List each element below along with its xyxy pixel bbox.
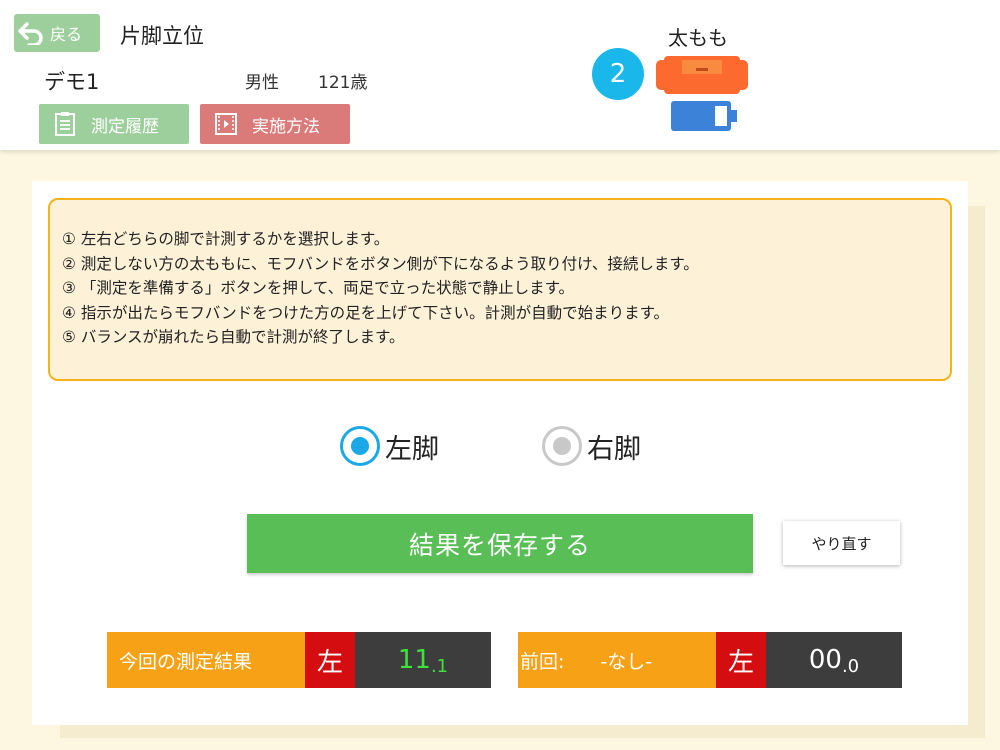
video-icon xyxy=(200,113,252,135)
current-result-panel: 今回の測定結果 左 11.1 xyxy=(107,632,491,688)
sensor-position-label: 太もも xyxy=(668,26,728,50)
previous-result-label-cell: 前回: -なし- xyxy=(518,632,716,688)
method-button[interactable]: 実施方法 xyxy=(200,104,350,144)
radio-unselected-icon xyxy=(542,426,582,466)
instructions-box: ① 左右どちらの脚で計測するかを選択します。 ② 測定しない方の太ももに、モフバ… xyxy=(48,198,952,381)
left-leg-radio[interactable]: 左脚 xyxy=(340,426,439,466)
instruction-line: ② 測定しない方の太ももに、モフバンドをボタン側が下になるよう取り付け、接続しま… xyxy=(62,254,699,273)
previous-result-value: 00.0 xyxy=(766,632,902,688)
method-label: 実施方法 xyxy=(252,116,320,137)
sensor-number-badge: 2 xyxy=(592,48,644,100)
instruction-line: ④ 指示が出たらモフバンドをつけた方の足を上げて下さい。計測が自動で始まります。 xyxy=(62,303,670,322)
page-title: 片脚立位 xyxy=(120,24,204,48)
right-leg-radio[interactable]: 右脚 xyxy=(542,426,641,466)
back-button[interactable]: 戻る xyxy=(14,14,100,52)
user-age: 121歳 xyxy=(318,73,368,93)
clipboard-icon xyxy=(39,111,91,137)
user-name: デモ1 xyxy=(44,70,100,94)
current-value-decimal: .1 xyxy=(430,656,449,677)
previous-result-label: 前回: xyxy=(520,650,565,673)
instruction-line: ③ 「測定を準備する」ボタンを押して、両足で立った状態で静止します。 xyxy=(62,279,575,297)
previous-result-status: -なし- xyxy=(600,650,653,673)
save-result-button[interactable]: 結果を保存する xyxy=(247,514,753,573)
back-label: 戻る xyxy=(50,25,83,44)
radio-selected-icon xyxy=(340,426,380,466)
history-button[interactable]: 測定履歴 xyxy=(39,104,189,144)
current-result-side: 左 xyxy=(305,632,355,688)
previous-value-decimal: .0 xyxy=(841,656,860,677)
back-arrow-icon xyxy=(14,14,48,52)
instruction-line: ① 左右どちらの脚で計測するかを選択します。 xyxy=(62,230,390,248)
right-leg-label: 右脚 xyxy=(587,433,641,465)
current-result-label: 今回の測定結果 xyxy=(107,632,305,688)
history-label: 測定履歴 xyxy=(91,116,159,137)
user-gender: 男性 xyxy=(245,73,279,93)
current-result-value: 11.1 xyxy=(355,632,491,688)
battery-icon xyxy=(671,101,739,131)
previous-result-side: 左 xyxy=(716,632,766,688)
header-bar: 戻る 片脚立位 デモ1 男性 121歳 測定履歴 実施方法 太もも 2 xyxy=(0,0,1000,150)
previous-result-panel: 前回: -なし- 左 00.0 xyxy=(518,632,902,688)
instruction-line: ⑤ バランスが崩れたら自動で計測が終了します。 xyxy=(62,328,405,346)
band-icon xyxy=(656,56,748,94)
left-leg-label: 左脚 xyxy=(385,433,439,465)
main-card: ① 左右どちらの脚で計測するかを選択します。 ② 測定しない方の太ももに、モフバ… xyxy=(32,181,968,725)
current-value-main: 11 xyxy=(397,645,431,675)
redo-button[interactable]: やり直す xyxy=(783,521,900,565)
previous-value-main: 00 xyxy=(808,645,842,675)
